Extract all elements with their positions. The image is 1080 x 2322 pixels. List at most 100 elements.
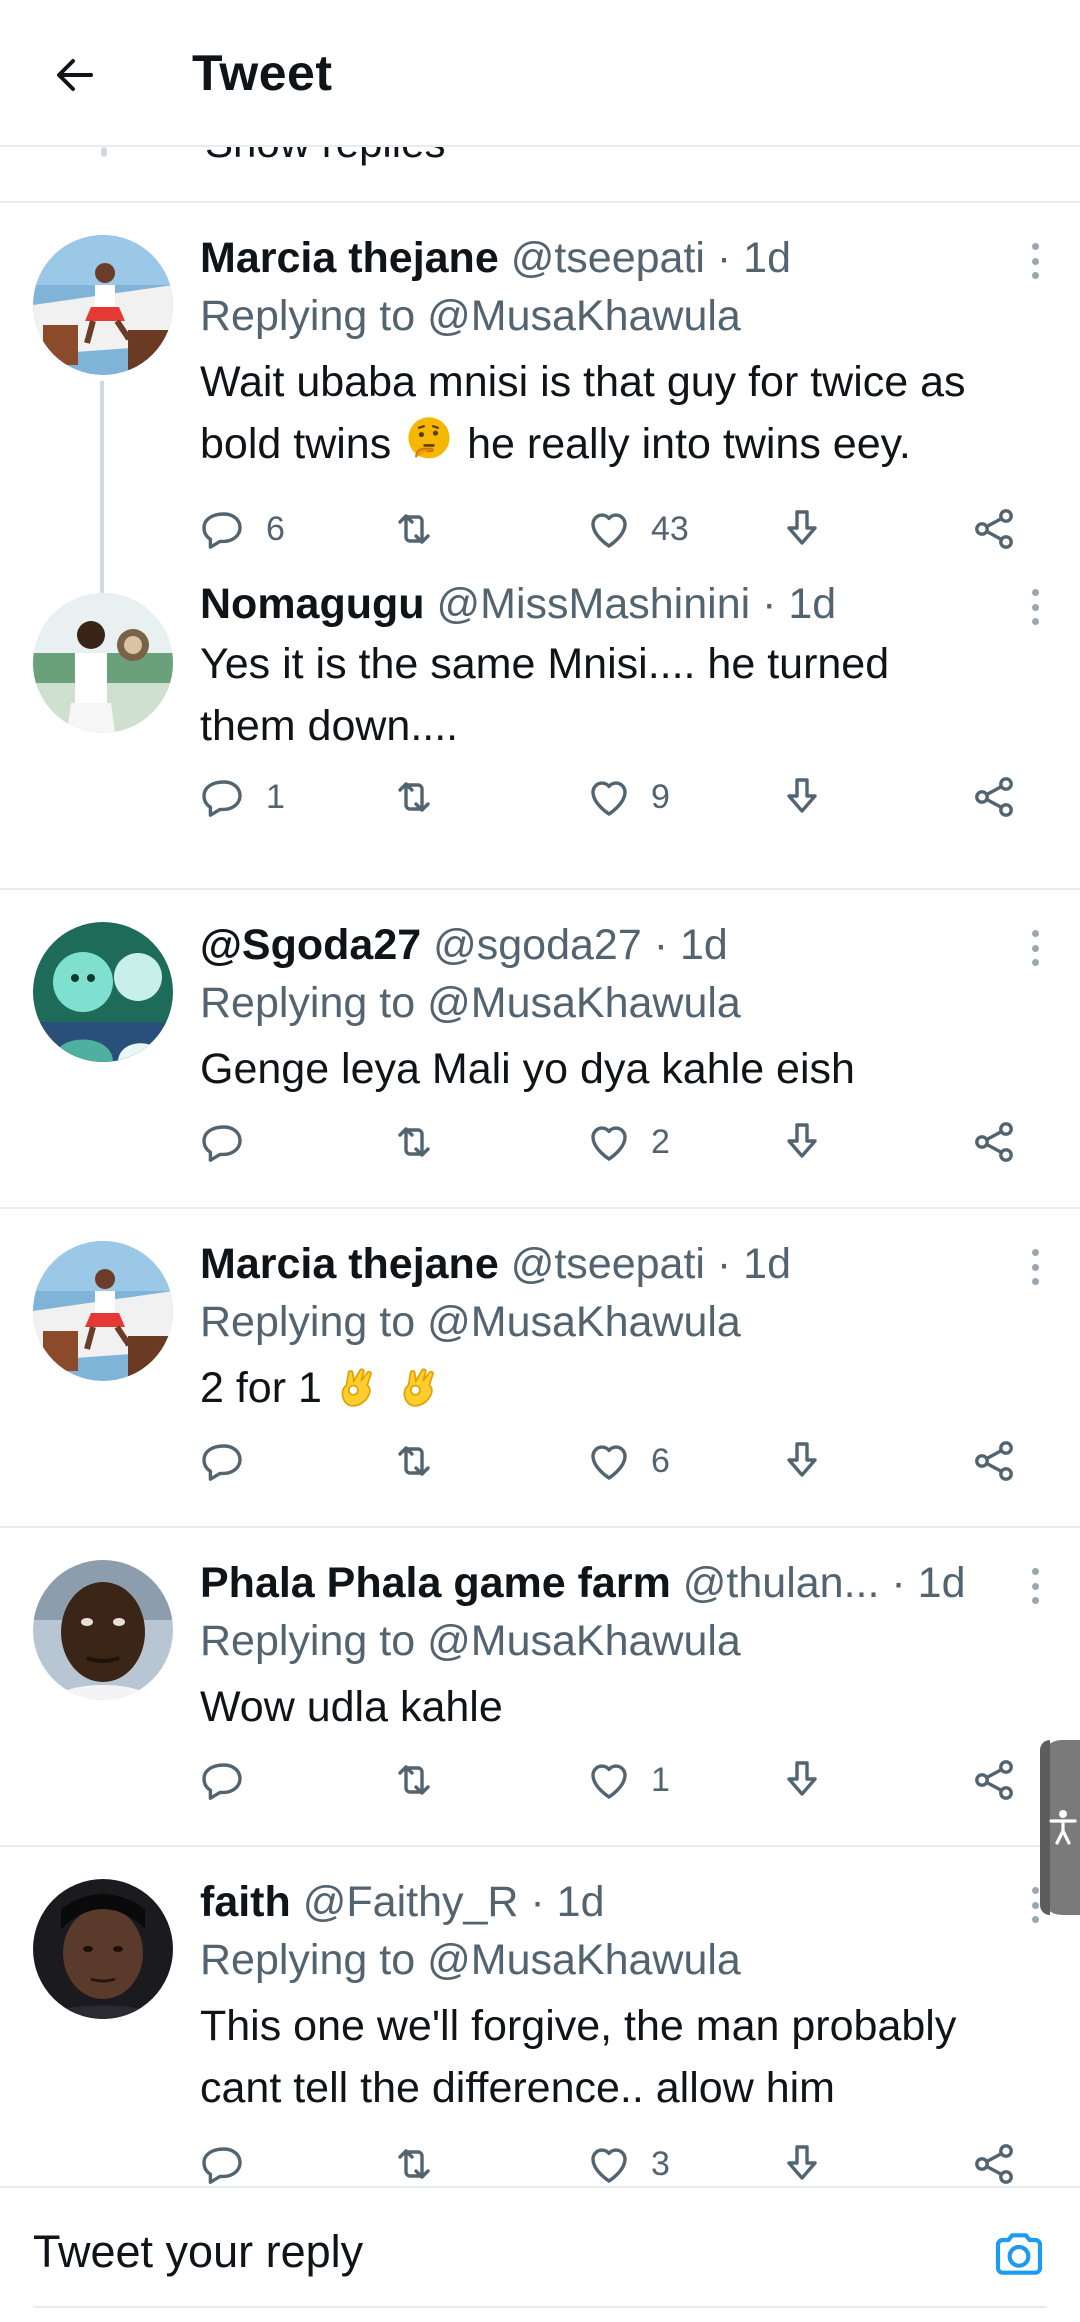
- tweet[interactable]: Marcia thejane @tseepati · 1d Replying t…: [0, 1209, 1080, 1528]
- avatar[interactable]: [33, 1560, 173, 1700]
- like-button[interactable]: 6: [585, 1431, 670, 1491]
- reply-button[interactable]: 6: [200, 499, 285, 559]
- tweet-time: · 1d: [716, 1240, 792, 1288]
- download-icon: [778, 773, 826, 821]
- tweet[interactable]: Phala Phala game farm @thulan... · 1d Re…: [0, 1528, 1080, 1847]
- tweet-meta: Marcia thejane @tseepati · 1d: [200, 231, 1020, 285]
- share-button[interactable]: [970, 1112, 1018, 1172]
- replying-to: Replying to @MusaKhawula: [200, 1610, 1020, 1672]
- share-icon: [970, 773, 1018, 821]
- reply-button[interactable]: [200, 1750, 248, 1810]
- reply-button[interactable]: [200, 2134, 248, 2194]
- author-name[interactable]: Marcia thejane: [200, 234, 499, 282]
- reply-input[interactable]: Tweet your reply: [33, 2226, 363, 2278]
- tweet-meta: faith @Faithy_R · 1d: [200, 1875, 1020, 1929]
- show-replies-row[interactable]: Show replies: [0, 147, 1080, 203]
- share-button[interactable]: [970, 1431, 1018, 1491]
- retweet-button[interactable]: [390, 1750, 438, 1810]
- download-button[interactable]: [778, 1750, 826, 1810]
- like-count: 1: [651, 1760, 670, 1799]
- tweet-content: faith @Faithy_R · 1d Replying to @MusaKh…: [200, 1875, 1020, 2119]
- author-handle[interactable]: @tseepati: [511, 1240, 705, 1288]
- like-button[interactable]: 3: [585, 2134, 670, 2194]
- tweet[interactable]: Marcia thejane @tseepati · 1d Replying t…: [0, 203, 1080, 611]
- share-button[interactable]: [970, 1750, 1018, 1810]
- back-button[interactable]: [40, 40, 110, 110]
- mention-link[interactable]: @MusaKhawula: [427, 1936, 741, 1984]
- heart-icon: [585, 505, 633, 553]
- tweet[interactable]: faith @Faithy_R · 1d Replying to @MusaKh…: [0, 1847, 1080, 2187]
- author-handle[interactable]: @MissMashinini: [437, 580, 751, 628]
- author-name[interactable]: @Sgoda27: [200, 921, 421, 969]
- tweet-meta: Marcia thejane @tseepati · 1d: [200, 1237, 1020, 1291]
- share-button[interactable]: [970, 2134, 1018, 2194]
- avatar[interactable]: [33, 1241, 173, 1381]
- more-options-button[interactable]: [1020, 585, 1050, 629]
- reply-button[interactable]: 1: [200, 767, 285, 827]
- author-name[interactable]: Marcia thejane: [200, 1240, 499, 1288]
- retweet-button[interactable]: [390, 2134, 438, 2194]
- more-options-button[interactable]: [1020, 926, 1050, 970]
- camera-button[interactable]: [991, 2226, 1047, 2282]
- author-handle[interactable]: @sgoda27: [433, 921, 642, 969]
- show-replies-link[interactable]: Show replies: [205, 147, 445, 167]
- download-icon: [778, 1437, 826, 1485]
- tweet[interactable]: Nomagugu @MissMashinini · 1d Yes it is t…: [0, 580, 1080, 890]
- tweet-actions: 1: [200, 1750, 1040, 1810]
- share-button[interactable]: [970, 499, 1018, 559]
- input-underline: [33, 2306, 1047, 2308]
- download-icon: [778, 2140, 826, 2188]
- reply-button[interactable]: [200, 1112, 248, 1172]
- tweet-actions: 2: [200, 1112, 1040, 1172]
- author-name[interactable]: Phala Phala game farm: [200, 1559, 671, 1607]
- like-button[interactable]: 9: [585, 767, 670, 827]
- author-handle[interactable]: @thulan...: [683, 1559, 880, 1607]
- tweet-text-line: 2 for 1: [200, 1364, 322, 1412]
- replying-label: Replying to: [200, 292, 416, 340]
- tweet-text: Yes it is the same Mnisi.... he turned t…: [200, 633, 1020, 757]
- ok-hand-emoji: [396, 1360, 446, 1410]
- retweet-button[interactable]: [390, 499, 438, 559]
- avatar[interactable]: [33, 593, 173, 733]
- like-button[interactable]: 2: [585, 1112, 670, 1172]
- more-options-button[interactable]: [1020, 239, 1050, 283]
- tweet-text-line: cant tell the difference.. allow him: [200, 2064, 835, 2112]
- retweet-button[interactable]: [390, 1431, 438, 1491]
- tweet-text-line: bold twins: [200, 420, 392, 468]
- retweet-button[interactable]: [390, 767, 438, 827]
- tweet-meta: @Sgoda27 @sgoda27 · 1d: [200, 918, 1020, 972]
- tweet-text-line: he really into twins eey.: [467, 420, 911, 468]
- avatar[interactable]: [33, 922, 173, 1062]
- author-name[interactable]: Nomagugu: [200, 580, 425, 628]
- download-button[interactable]: [778, 499, 826, 559]
- tweet-text: Wait ubaba mnisi is that guy for twice a…: [200, 351, 1020, 475]
- like-button[interactable]: 1: [585, 1750, 670, 1810]
- author-handle[interactable]: @Faithy_R: [303, 1878, 519, 1926]
- reply-icon: [200, 1756, 248, 1804]
- tweet-text-line: them down....: [200, 702, 459, 750]
- mention-link[interactable]: @MusaKhawula: [427, 1617, 741, 1665]
- download-button[interactable]: [778, 767, 826, 827]
- download-button[interactable]: [778, 2134, 826, 2194]
- download-button[interactable]: [778, 1112, 826, 1172]
- more-options-button[interactable]: [1020, 1564, 1050, 1608]
- replies-feed: Marcia thejane @tseepati · 1d Replying t…: [0, 203, 1080, 2187]
- retweet-button[interactable]: [390, 1112, 438, 1172]
- mention-link[interactable]: @MusaKhawula: [427, 292, 741, 340]
- avatar[interactable]: [33, 235, 173, 375]
- mention-link[interactable]: @MusaKhawula: [427, 979, 741, 1027]
- like-button[interactable]: 43: [585, 499, 689, 559]
- share-button[interactable]: [970, 767, 1018, 827]
- thread-connector: [101, 147, 107, 157]
- mention-link[interactable]: @MusaKhawula: [427, 1298, 741, 1346]
- accessibility-button[interactable]: [1040, 1740, 1080, 1915]
- tweet[interactable]: @Sgoda27 @sgoda27 · 1d Replying to @Musa…: [0, 890, 1080, 1209]
- download-button[interactable]: [778, 1431, 826, 1491]
- tweet-meta: Nomagugu @MissMashinini · 1d: [200, 577, 1020, 631]
- author-handle[interactable]: @tseepati: [511, 234, 705, 282]
- author-name[interactable]: faith: [200, 1878, 291, 1926]
- arrow-left-icon: [57, 59, 93, 91]
- avatar[interactable]: [33, 1879, 173, 2019]
- reply-button[interactable]: [200, 1431, 248, 1491]
- more-options-button[interactable]: [1020, 1245, 1050, 1289]
